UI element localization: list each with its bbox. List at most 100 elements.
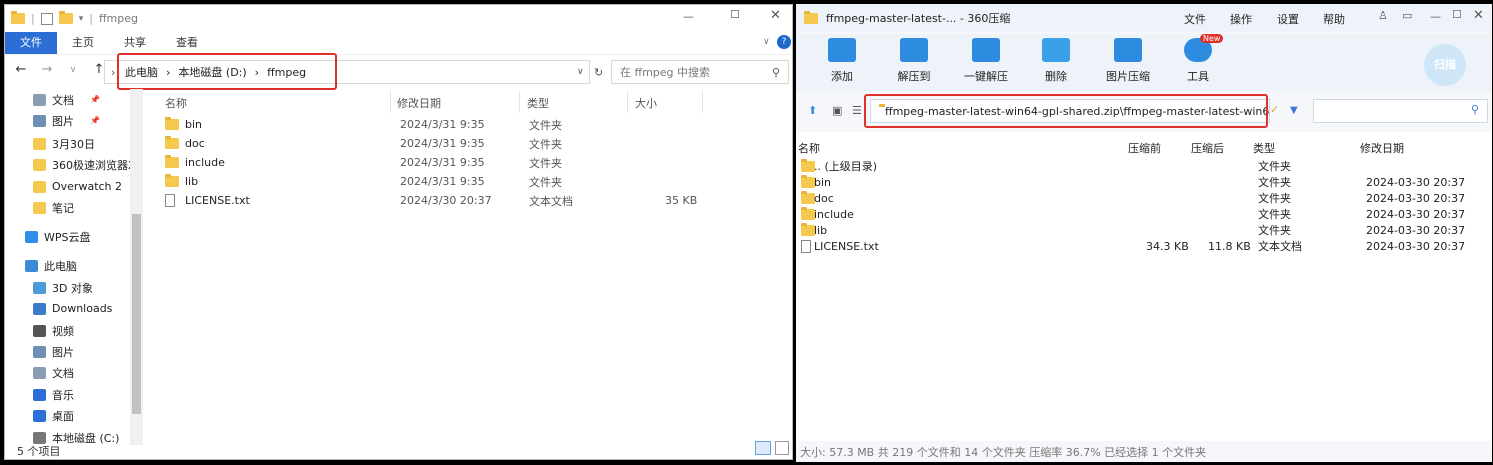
nav-item[interactable]: 视频	[5, 320, 130, 342]
shirt-icon[interactable]: ♙	[1378, 9, 1388, 22]
nav-item-label: 文档	[52, 366, 74, 380]
ribbon-tabs: 文件 主页 共享 查看 ∨ ?	[5, 32, 792, 54]
tab-file[interactable]: 文件	[5, 32, 57, 54]
details-view-icon[interactable]	[755, 441, 771, 455]
image-compress-button[interactable]: 图片压缩	[1098, 38, 1158, 84]
close-button[interactable]: ✕	[1473, 8, 1484, 23]
close-button[interactable]: ✕	[770, 8, 781, 23]
nav-item[interactable]: 文档	[5, 362, 130, 384]
menu-file[interactable]: 文件	[1184, 11, 1206, 27]
column-name[interactable]: 名称	[165, 95, 187, 111]
column-date[interactable]: 修改日期	[1360, 140, 1404, 156]
archive-file-name: include	[814, 207, 854, 221]
file-row[interactable]: include 2024/3/31 9:35 文件夹	[165, 153, 725, 172]
delete-button[interactable]: 删除	[1026, 38, 1086, 84]
address-dropdown-icon[interactable]: ∨	[577, 67, 584, 77]
tools-button[interactable]: 工具	[1168, 38, 1228, 84]
nav-item-label: 图片	[52, 114, 74, 128]
nav-item[interactable]: Overwatch 2	[5, 176, 130, 198]
divider	[390, 91, 391, 113]
help-icon[interactable]: ?	[777, 35, 791, 49]
archive-size-after: 11.8 KB	[1208, 239, 1251, 253]
nav-item[interactable]: 音乐	[5, 384, 130, 406]
new-folder-icon[interactable]	[58, 11, 73, 24]
file-row[interactable]: bin 2024/3/31 9:35 文件夹	[165, 115, 725, 134]
column-type[interactable]: 类型	[527, 95, 549, 111]
pin-icon[interactable]: 📌	[90, 95, 100, 104]
search-icon[interactable]: ⚲	[1471, 103, 1479, 116]
nav-item[interactable]: WPS云盘	[5, 226, 130, 248]
up-level-icon[interactable]: ⬆	[808, 104, 817, 117]
menu-operation[interactable]: 操作	[1230, 11, 1252, 27]
maximize-button[interactable]: ☐	[1452, 8, 1462, 21]
minimize-button[interactable]: —	[683, 10, 694, 23]
archive-row[interactable]: lib 文件夹 2024-03-30 20:37	[796, 222, 1492, 238]
archive-search-input[interactable]: ⚲	[1313, 99, 1488, 123]
nav-item-label: 360极速浏览器X	[52, 158, 130, 172]
nav-scrollbar[interactable]	[130, 89, 143, 445]
column-name[interactable]: 名称	[798, 140, 820, 156]
tab-share[interactable]: 共享	[109, 32, 161, 54]
file-type: 文件夹	[529, 118, 562, 132]
archive-row[interactable]: doc 文件夹 2024-03-30 20:37	[796, 190, 1492, 206]
download-icon	[33, 302, 46, 315]
forward-arrow-icon[interactable]: →	[39, 62, 55, 77]
add-button[interactable]: 添加	[812, 38, 872, 84]
refresh-icon[interactable]: ↻	[594, 66, 603, 79]
pin-icon[interactable]: 📌	[90, 116, 100, 125]
file-type: 文件夹	[529, 175, 562, 189]
column-before[interactable]: 压缩前	[1128, 140, 1161, 156]
nav-item-label: 图片	[52, 345, 74, 359]
menu-settings[interactable]: 设置	[1277, 11, 1299, 27]
archive-file-date: 2024-03-30 20:37	[1366, 223, 1466, 237]
computer-icon	[25, 259, 38, 272]
message-icon[interactable]: ▭	[1402, 9, 1412, 22]
tab-home[interactable]: 主页	[57, 32, 109, 54]
search-icon[interactable]: ⚲	[772, 66, 780, 79]
tab-view[interactable]: 查看	[161, 32, 213, 54]
archive-row[interactable]: bin 文件夹 2024-03-30 20:37	[796, 174, 1492, 190]
maximize-button[interactable]: ☐	[730, 8, 740, 21]
one-click-extract-button[interactable]: 一键解压	[956, 38, 1016, 84]
path-dropdown-icon[interactable]: ▼	[1290, 105, 1298, 116]
nav-item[interactable]: 360极速浏览器X	[5, 154, 130, 176]
archive-row[interactable]: .. (上级目录) 文件夹	[796, 158, 1492, 174]
column-date[interactable]: 修改日期	[397, 95, 441, 111]
recent-dropdown-icon[interactable]: ∨	[65, 65, 81, 75]
nav-item[interactable]: 此电脑	[5, 255, 130, 277]
text-file-icon	[165, 194, 175, 207]
archive-file-date: 2024-03-30 20:37	[1366, 175, 1466, 189]
document-icon	[33, 366, 46, 379]
chevron-down-icon[interactable]: ▾	[79, 14, 84, 24]
large-icons-view-icon[interactable]	[775, 441, 789, 455]
ribbon-expand-icon[interactable]: ∨	[763, 37, 770, 47]
minimize-button[interactable]: —	[1430, 10, 1441, 23]
back-arrow-icon[interactable]: ←	[13, 62, 29, 77]
file-row[interactable]: LICENSE.txt 2024/3/30 20:37 文本文档 35 KB	[165, 191, 725, 210]
menu-help[interactable]: 帮助	[1323, 11, 1345, 27]
file-row[interactable]: lib 2024/3/31 9:35 文件夹	[165, 172, 725, 191]
search-placeholder: 在 ffmpeg 中搜索	[620, 66, 711, 79]
scrollbar-thumb[interactable]	[132, 214, 141, 414]
view-toggle-icon[interactable]: ▣	[832, 104, 842, 117]
scan-button[interactable]: 扫描	[1424, 44, 1466, 86]
nav-item[interactable]: 图片 📌	[5, 110, 130, 132]
column-type[interactable]: 类型	[1253, 140, 1275, 156]
properties-icon[interactable]	[40, 12, 53, 25]
extract-to-button[interactable]: 解压到	[884, 38, 944, 84]
archive-row[interactable]: include 文件夹 2024-03-30 20:37	[796, 206, 1492, 222]
nav-item[interactable]: 桌面	[5, 405, 130, 427]
search-input[interactable]: 在 ffmpeg 中搜索 ⚲	[611, 60, 789, 84]
archive-row[interactable]: LICENSE.txt 34.3 KB 11.8 KB 文本文档 2024-03-30 …	[796, 238, 1492, 254]
column-size[interactable]: 大小	[635, 95, 657, 111]
column-after[interactable]: 压缩后	[1191, 140, 1224, 156]
file-row[interactable]: doc 2024/3/31 9:35 文件夹	[165, 134, 725, 153]
nav-item[interactable]: 笔记	[5, 197, 130, 219]
file-name: bin	[185, 118, 203, 131]
nav-item[interactable]: 3月30日	[5, 133, 130, 155]
nav-item[interactable]: 3D 对象	[5, 277, 130, 299]
nav-item[interactable]: 图片	[5, 341, 130, 363]
list-view-icon[interactable]: ☰	[852, 104, 862, 117]
nav-item[interactable]: 文档 📌	[5, 89, 130, 111]
nav-item[interactable]: Downloads	[5, 298, 130, 320]
